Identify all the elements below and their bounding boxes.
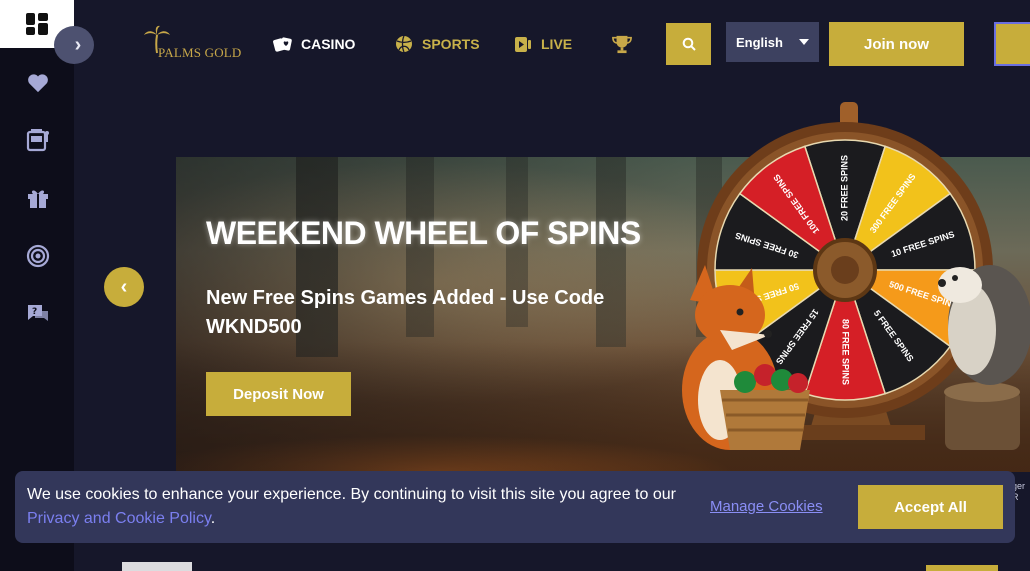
nav-live-label: LIVE: [541, 36, 573, 52]
header: PALMS GOLD CASINO SPORTS LIVE English Jo…: [74, 0, 1030, 90]
sidebar-collapse-button[interactable]: ›: [54, 26, 94, 64]
search-button[interactable]: [666, 23, 711, 65]
cookie-message: We use cookies to enhance your experienc…: [27, 483, 677, 531]
gift-icon: [28, 190, 48, 208]
logo-text: PALMS GOLD: [158, 45, 242, 60]
heart-icon: [28, 74, 48, 93]
chevron-down-icon: [799, 39, 809, 45]
help-nav[interactable]: ?: [25, 301, 51, 327]
nav-sports-label: SPORTS: [422, 36, 480, 52]
target-icon: [26, 244, 50, 268]
nav-casino-label: CASINO: [301, 36, 356, 52]
banner-title: WEEKEND WHEEL OF SPINS: [206, 215, 641, 251]
target-nav[interactable]: [25, 243, 51, 269]
wheel-segment-label: 20 FREE SPINS: [839, 155, 849, 221]
chevron-right-icon: ›: [74, 33, 82, 56]
cookie-text-after: .: [210, 510, 216, 527]
cookie-banner: We use cookies to enhance your experienc…: [15, 471, 1015, 543]
manage-cookies-link[interactable]: Manage Cookies: [710, 498, 823, 515]
wheel-of-spins-illustration: 20 FREE SPINS 300 FREE SPINS10 FREE SPINS…: [682, 102, 1030, 450]
nav-casino[interactable]: CASINO: [273, 33, 355, 55]
banner-prev-button[interactable]: ‹: [104, 267, 144, 307]
logo[interactable]: PALMS GOLD: [142, 25, 242, 65]
page: ? › PALMS GOLD CASINO SPORTS LIVE Englis…: [0, 0, 1030, 571]
cookie-text-before: We use cookies to enhance your experienc…: [27, 486, 676, 503]
nav-tournaments[interactable]: [612, 33, 632, 55]
cards-icon: [273, 34, 293, 54]
slot-machine-icon: [26, 129, 49, 152]
banner-subtitle: New Free Spins Games Added - Use Code WK…: [206, 287, 605, 338]
live-icon: [513, 34, 533, 54]
nav-live[interactable]: LIVE: [513, 33, 572, 55]
trophy-icon: [612, 34, 632, 54]
ball-icon: [394, 34, 414, 54]
svg-text:?: ?: [32, 307, 37, 317]
chevron-left-icon: ‹: [120, 275, 128, 298]
nav-sports[interactable]: SPORTS: [394, 33, 480, 55]
section-button-fragment[interactable]: [926, 565, 998, 571]
search-icon: [682, 37, 696, 51]
privacy-policy-link[interactable]: Privacy and Cookie Policy: [27, 510, 211, 527]
promotions-nav[interactable]: [25, 185, 51, 211]
language-value: English: [736, 34, 783, 50]
wheel-segment-label: 80 FREE SPINS: [841, 319, 851, 385]
favorites-nav[interactable]: [25, 70, 51, 96]
slots-nav[interactable]: [25, 127, 51, 153]
deposit-now-button[interactable]: Deposit Now: [206, 372, 351, 416]
section-heading-fragment: [122, 562, 192, 571]
login-button[interactable]: [994, 22, 1030, 66]
grid-menu-icon: [26, 13, 48, 35]
accept-all-button[interactable]: Accept All: [858, 485, 1003, 529]
help-chat-icon: ?: [28, 305, 48, 321]
language-select[interactable]: English: [726, 22, 819, 62]
join-now-button[interactable]: Join now: [829, 22, 964, 66]
